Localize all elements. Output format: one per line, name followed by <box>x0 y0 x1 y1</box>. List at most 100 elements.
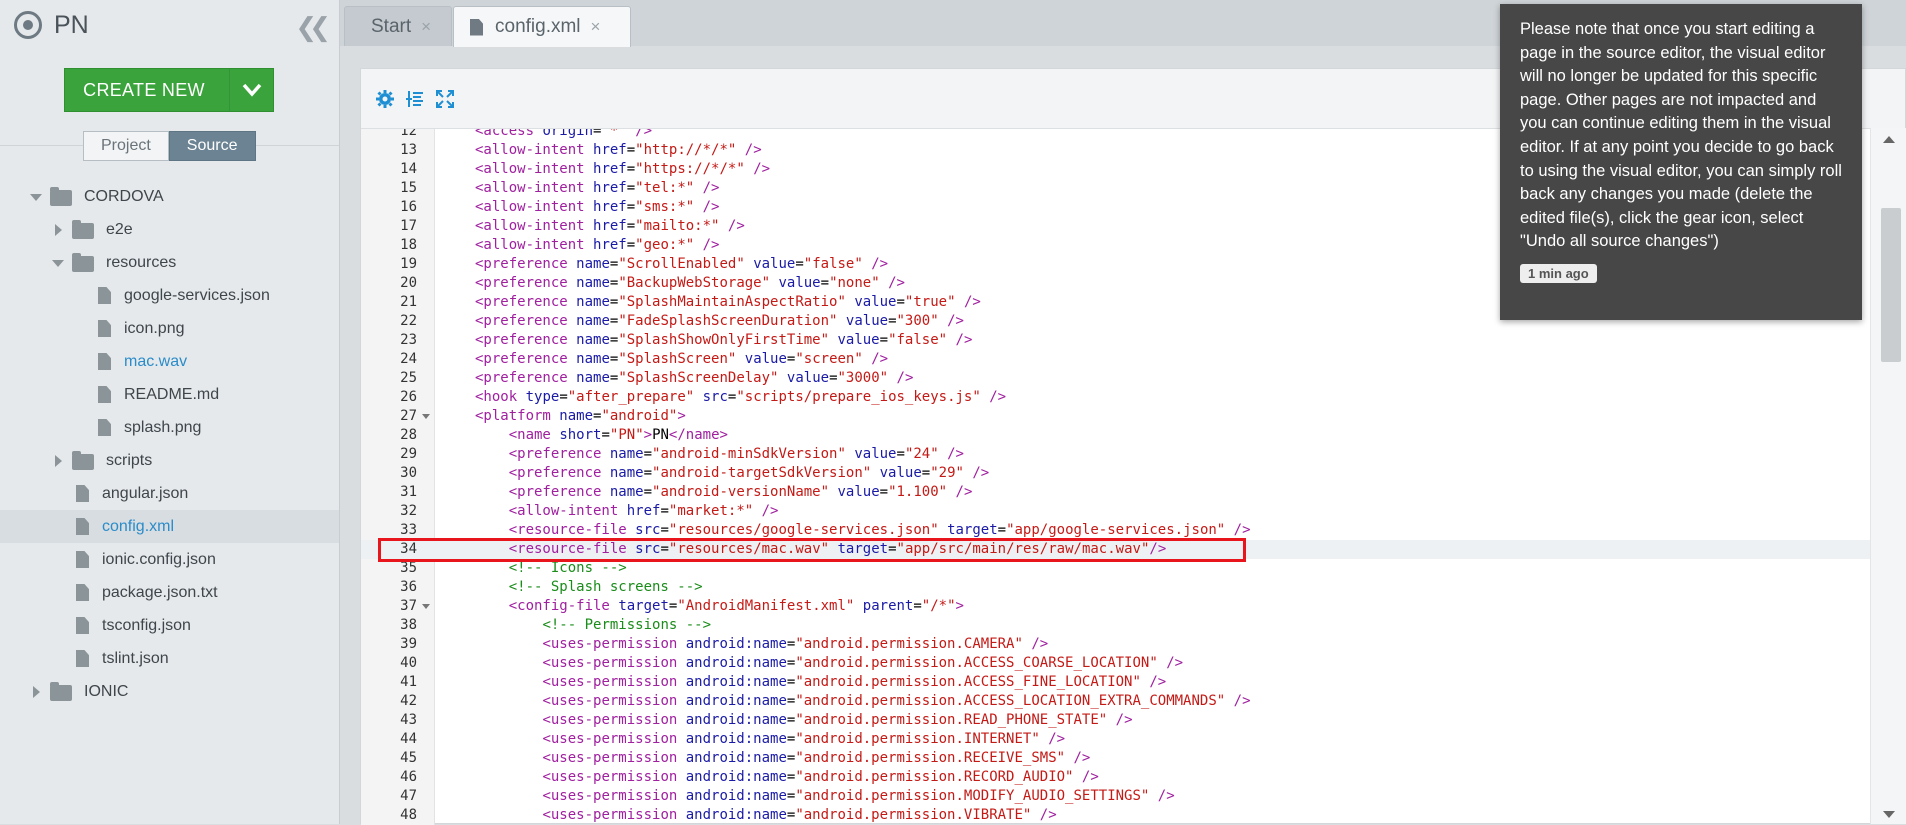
tab-start-close-icon[interactable]: × <box>421 17 431 37</box>
line-number: 39 <box>400 636 417 652</box>
tree-file-package-json-txt[interactable]: package.json.txt <box>0 576 339 609</box>
code-text: <preference name="SplashScreen" value="s… <box>475 351 889 367</box>
file-icon <box>76 584 89 601</box>
caret-down-icon[interactable] <box>52 260 64 267</box>
gear-icon[interactable] <box>375 89 395 109</box>
tree-file-google-services-json[interactable]: google-services.json <box>0 279 339 312</box>
tree-folder-resources[interactable]: resources <box>0 246 339 279</box>
code-line[interactable]: 28 <name short="PN">PN</name> <box>361 426 1871 445</box>
file-icon <box>470 18 483 36</box>
tree-file-ionic-config-json[interactable]: ionic.config.json <box>0 543 339 576</box>
line-number: 29 <box>400 446 417 462</box>
line-number: 42 <box>400 693 417 709</box>
code-line[interactable]: 48 <uses-permission android:name="androi… <box>361 806 1871 825</box>
fold-toggle-icon[interactable] <box>422 604 430 609</box>
code-text: <hook type="after_prepare" src="scripts/… <box>475 389 1007 405</box>
code-line[interactable]: 30 <preference name="android-targetSdkVe… <box>361 464 1871 483</box>
tab-config-xml[interactable]: config.xml × <box>453 6 631 47</box>
code-line[interactable]: 38 <!-- Permissions --> <box>361 616 1871 635</box>
create-new-dropdown-button[interactable] <box>229 69 273 111</box>
code-text: <config-file target="AndroidManifest.xml… <box>508 598 964 614</box>
line-number: 31 <box>400 484 417 500</box>
tree-item-label: config.xml <box>102 517 175 535</box>
tab-start[interactable]: Start × <box>344 6 452 46</box>
code-text: <preference name="android-targetSdkVersi… <box>508 465 990 481</box>
code-line[interactable]: 29 <preference name="android-minSdkVersi… <box>361 445 1871 464</box>
code-line[interactable]: 45 <uses-permission android:name="androi… <box>361 749 1871 768</box>
code-line[interactable]: 25 <preference name="SplashScreenDelay" v… <box>361 369 1871 388</box>
file-tree: CORDOVA e2e resources google-services.json i… <box>0 180 339 708</box>
caret-down-icon[interactable] <box>30 194 42 201</box>
code-line[interactable]: 31 <preference name="android-versionName… <box>361 483 1871 502</box>
line-number: 13 <box>400 142 417 158</box>
code-line[interactable]: 24 <preference name="SplashScreen" value=… <box>361 350 1871 369</box>
code-text: <uses-permission android:name="android.p… <box>542 636 1049 652</box>
tree-folder-e2e[interactable]: e2e <box>0 213 339 246</box>
code-text: <preference name="SplashScreenDelay" val… <box>475 370 914 386</box>
code-line[interactable]: 32 <allow-intent href="market:*" /> <box>361 502 1871 521</box>
code-text: <preference name="SplashShowOnlyFirstTim… <box>475 332 973 348</box>
scroll-up-icon[interactable] <box>1883 136 1895 143</box>
line-number: 38 <box>400 617 417 633</box>
code-line[interactable]: 46 <uses-permission android:name="androi… <box>361 768 1871 787</box>
caret-right-icon[interactable] <box>55 455 62 467</box>
fold-toggle-icon[interactable] <box>422 414 430 419</box>
code-text: <preference name="BackupWebStorage" valu… <box>475 275 905 291</box>
code-text: <name short="PN">PN</name> <box>508 427 728 443</box>
create-new-button[interactable]: CREATE NEW <box>65 80 229 101</box>
fullscreen-icon[interactable] <box>435 89 455 109</box>
file-icon <box>76 551 89 568</box>
vertical-scrollbar[interactable] <box>1870 128 1906 824</box>
tree-folder-cordova[interactable]: CORDOVA <box>0 180 339 213</box>
app-logo-icon <box>14 11 42 39</box>
tree-file-tslint-json[interactable]: tslint.json <box>0 642 339 675</box>
code-line[interactable]: 43 <uses-permission android:name="androi… <box>361 711 1871 730</box>
code-line[interactable]: 44 <uses-permission android:name="androi… <box>361 730 1871 749</box>
tree-file-mac-wav[interactable]: mac.wav <box>0 345 339 378</box>
code-line[interactable]: 37 <config-file target="AndroidManifest.… <box>361 597 1871 616</box>
scrollbar-thumb[interactable] <box>1881 208 1901 362</box>
caret-right-icon[interactable] <box>55 224 62 236</box>
tab-start-label: Start <box>371 15 412 37</box>
code-line[interactable]: 40 <uses-permission android:name="androi… <box>361 654 1871 673</box>
code-text: <uses-permission android:name="android.p… <box>542 788 1175 804</box>
line-number: 14 <box>400 161 417 177</box>
tab-config-xml-close-icon[interactable]: × <box>591 17 601 37</box>
code-line[interactable]: 23 <preference name="SplashShowOnlyFirstT… <box>361 331 1871 350</box>
tree-file-readme-md[interactable]: README.md <box>0 378 339 411</box>
tree-file-tsconfig-json[interactable]: tsconfig.json <box>0 609 339 642</box>
file-icon <box>76 617 89 634</box>
code-line[interactable]: 27 <platform name="android"> <box>361 407 1871 426</box>
code-text: <uses-permission android:name="android.p… <box>542 807 1057 823</box>
line-number: 19 <box>400 256 417 272</box>
tree-folder-scripts[interactable]: scripts <box>0 444 339 477</box>
tree-item-label: tsconfig.json <box>102 616 191 634</box>
code-line[interactable]: 26 <hook type="after_prepare" src="script… <box>361 388 1871 407</box>
code-line[interactable]: 41 <uses-permission android:name="androi… <box>361 673 1871 692</box>
notification-toast[interactable]: Please note that once you start editing … <box>1500 4 1862 320</box>
tree-file-angular-json[interactable]: angular.json <box>0 477 339 510</box>
tree-folder-ionic[interactable]: IONIC <box>0 675 339 708</box>
scroll-down-icon[interactable] <box>1883 811 1895 818</box>
code-line[interactable]: 39 <uses-permission android:name="androi… <box>361 635 1871 654</box>
code-text: <preference name="ScrollEnabled" value="… <box>475 256 889 272</box>
tab-source[interactable]: Source <box>168 131 256 161</box>
code-line[interactable]: 42 <uses-permission android:name="androi… <box>361 692 1871 711</box>
tab-project[interactable]: Project <box>83 131 169 161</box>
code-line[interactable]: 47 <uses-permission android:name="androi… <box>361 787 1871 806</box>
code-text: <preference name="FadeSplashScreenDurati… <box>475 313 964 329</box>
tree-item-label: README.md <box>124 385 220 403</box>
collapse-sidebar-icon[interactable]: ❮❮ <box>295 12 330 43</box>
tree-file-config-xml[interactable]: config.xml <box>0 510 339 543</box>
line-number: 26 <box>400 389 417 405</box>
indent-icon[interactable] <box>405 89 425 109</box>
line-number: 46 <box>400 769 417 785</box>
line-number: 18 <box>400 237 417 253</box>
caret-right-icon[interactable] <box>33 686 40 698</box>
code-line[interactable]: 36 <!-- Splash screens --> <box>361 578 1871 597</box>
line-number: 24 <box>400 351 417 367</box>
file-icon <box>76 518 89 535</box>
line-number: 32 <box>400 503 417 519</box>
tree-file-icon-png[interactable]: icon.png <box>0 312 339 345</box>
tree-file-splash-png[interactable]: splash.png <box>0 411 339 444</box>
